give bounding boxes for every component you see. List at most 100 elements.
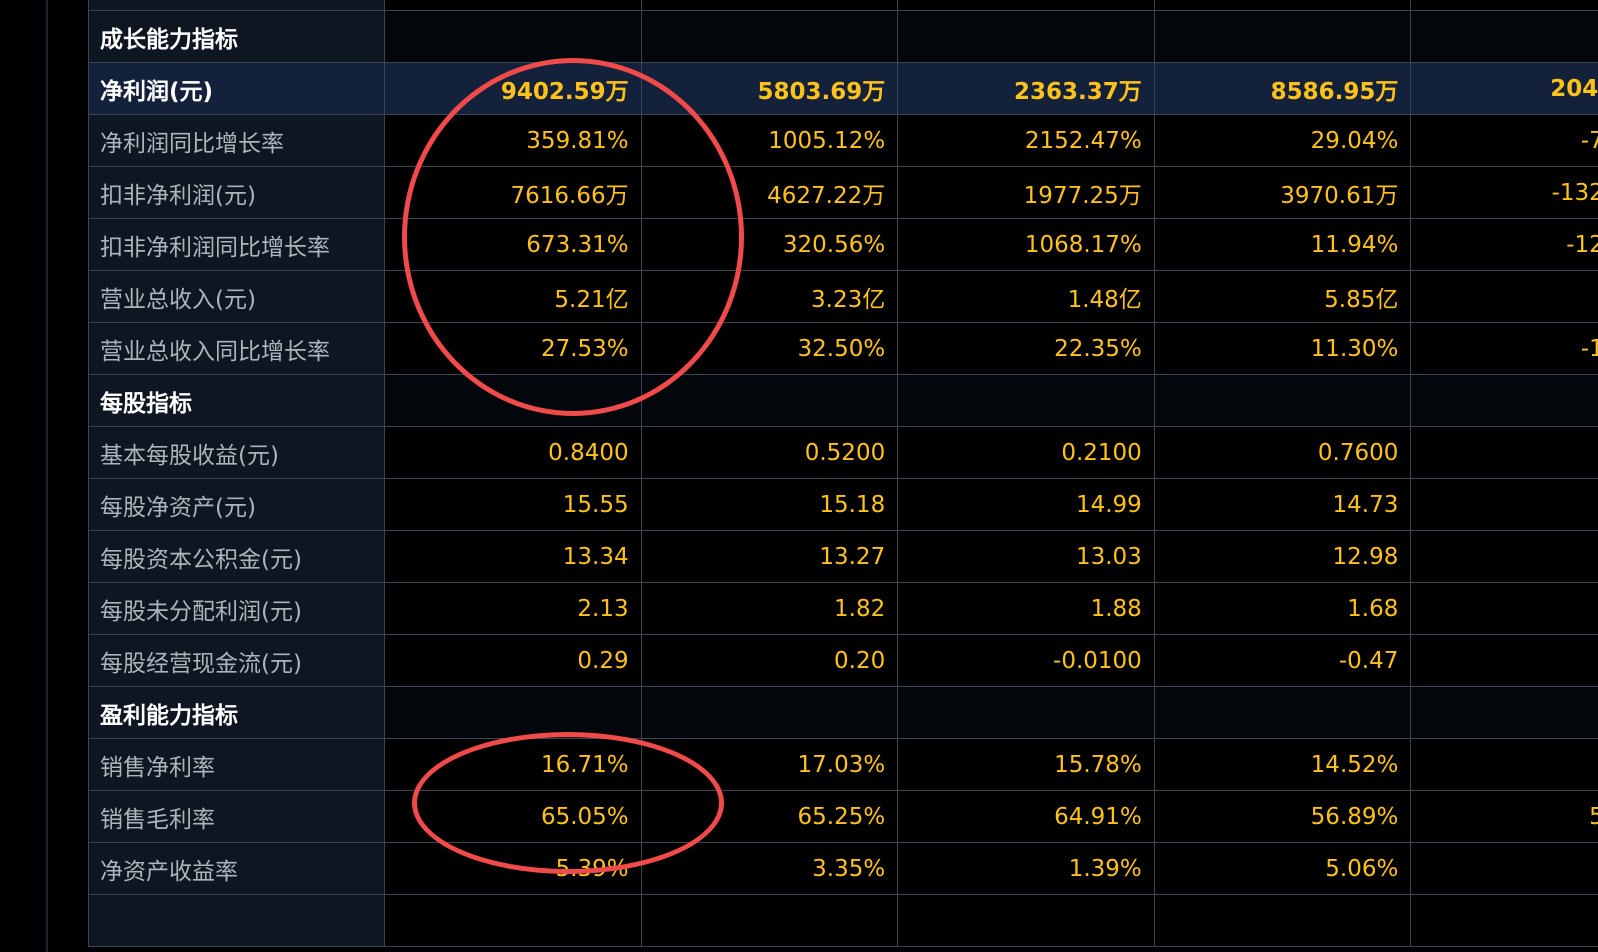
value-cell: 5.06% — [1153, 842, 1412, 895]
value-cell: 2152.47% — [897, 114, 1155, 167]
value-cell: 65.05% — [384, 790, 642, 843]
value-cell: 15.78% — [897, 738, 1155, 791]
value-cell — [1153, 374, 1412, 427]
value-cell: 0.7600 — [1153, 426, 1412, 479]
left-panel — [0, 0, 48, 952]
value-cell — [1153, 10, 1412, 63]
value-cell: 0.8400 — [384, 426, 642, 479]
value-cell: 14. — [1410, 478, 1598, 531]
table-row: 净利润(元) 9402.59万 5803.69万 2363.37万 8586.95万 20… — [88, 62, 1598, 115]
value-cell: -122.80 — [1410, 218, 1598, 271]
value-cell: 1.68 — [1153, 582, 1412, 635]
value-cell: 11.30% — [1153, 322, 1412, 375]
value-cell: 29.04% — [1153, 114, 1412, 167]
value-cell: 673.31% — [384, 218, 642, 271]
value-cell: 13.03 — [897, 530, 1155, 583]
table-row: 基本每股收益(元)0.84000.52000.21000.76000.18 — [88, 426, 1598, 479]
value-cell: 4.08 — [1410, 270, 1598, 323]
value-cell: 1.88 — [897, 582, 1155, 635]
value-cell — [640, 894, 899, 947]
value-cell: 359.81% — [384, 114, 642, 167]
table-row: 销售净利率16.71%17.03%15.78%14.52%4.89 — [88, 738, 1598, 791]
value-cell: 0.20 — [640, 634, 899, 687]
table-row — [88, 894, 1598, 947]
value-cell: 15.18 — [640, 478, 899, 531]
section-header-row: 盈利能力指标 — [88, 686, 1598, 739]
value-cell: 5803.69万 — [640, 62, 899, 115]
value-cell — [1410, 10, 1598, 63]
value-cell — [897, 686, 1155, 739]
value-cell: 11.94% — [1153, 218, 1412, 271]
value-cell: 32.50% — [640, 322, 899, 375]
table-row: 每股未分配利润(元)2.131.821.881.681. — [88, 582, 1598, 635]
value-cell — [1410, 894, 1598, 947]
value-cell: -73.03 — [1410, 114, 1598, 167]
section-title: 盈利能力指标 — [88, 686, 386, 739]
value-cell: 17.03% — [640, 738, 899, 791]
value-cell — [640, 0, 899, 11]
table-row: 扣非净利润(元) 7616.66万 4627.22万 1977.25万 3970.61万… — [88, 166, 1598, 219]
value-cell: 1005.12% — [640, 114, 899, 167]
value-cell: 65.25% — [640, 790, 899, 843]
value-cell — [384, 0, 642, 11]
section-title: 每股指标 — [88, 374, 386, 427]
value-cell: 0.2100 — [897, 426, 1155, 479]
value-cell — [1410, 0, 1598, 11]
value-cell — [384, 894, 642, 947]
value-cell — [384, 10, 642, 63]
row-label: 每股未分配利润(元) — [88, 582, 386, 635]
value-cell — [1153, 894, 1412, 947]
value-cell: 3970.61万 — [1153, 166, 1412, 219]
row-label: 基本每股收益(元) — [88, 426, 386, 479]
section-title: 成长能力指标 — [88, 10, 386, 63]
value-cell: 5.39% — [384, 842, 642, 895]
value-cell: 22.35% — [897, 322, 1155, 375]
value-cell — [897, 894, 1155, 947]
value-cell: 16.71% — [384, 738, 642, 791]
value-cell: -1328.53 — [1410, 166, 1598, 219]
value-cell — [640, 686, 899, 739]
row-label: 净利润(元) — [88, 62, 386, 115]
value-cell: 1977.25万 — [897, 166, 1155, 219]
value-cell: 5.21亿 — [384, 270, 642, 323]
value-cell — [897, 374, 1155, 427]
value-cell: 2363.37万 — [897, 62, 1155, 115]
row-label: 净利润同比增长率 — [88, 114, 386, 167]
value-cell: 1. — [1410, 582, 1598, 635]
value-cell — [1153, 686, 1412, 739]
value-cell — [897, 10, 1155, 63]
value-cell: 14.99 — [897, 478, 1155, 531]
value-cell: 64.91% — [897, 790, 1155, 843]
value-cell — [384, 374, 642, 427]
row-label: 净资产收益率 — [88, 842, 386, 895]
value-cell: 1.21 — [1410, 842, 1598, 895]
row-label: 每股经营现金流(元) — [88, 634, 386, 687]
table-row: 净利润同比增长率359.81%1005.12%2152.47%29.04%-73… — [88, 114, 1598, 167]
row-label: 每股净资产(元) — [88, 478, 386, 531]
value-cell: 3.23亿 — [640, 270, 899, 323]
value-cell — [384, 686, 642, 739]
value-cell: 0.18 — [1410, 426, 1598, 479]
row-label — [88, 894, 386, 947]
value-cell — [640, 374, 899, 427]
financial-indicators-table-container[interactable]: 成长能力指标 净利润(元) 9402.59万 5803.69万 2363.37万 8586… — [88, 0, 1598, 952]
value-cell: -0.0100 — [897, 634, 1155, 687]
value-cell: 13.34 — [384, 530, 642, 583]
row-label: 扣非净利润(元) — [88, 166, 386, 219]
value-cell: 1.39% — [897, 842, 1155, 895]
value-cell: 3.35% — [640, 842, 899, 895]
value-cell: 51.37 — [1410, 790, 1598, 843]
value-cell: 13.27 — [640, 530, 899, 583]
value-cell: -0 — [1410, 634, 1598, 687]
value-cell — [897, 0, 1155, 11]
value-cell: 8586.95万 — [1153, 62, 1412, 115]
value-cell: -0.47 — [1153, 634, 1412, 687]
table-row: 营业总收入同比增长率27.53%32.50%22.35%11.30%-10.37 — [88, 322, 1598, 375]
section-header-row: 成长能力指标 — [88, 10, 1598, 63]
value-cell: 9402.59万 — [384, 62, 642, 115]
value-cell: 2.13 — [384, 582, 642, 635]
table-row — [88, 0, 1598, 11]
table-row: 每股净资产(元)15.5515.1814.9914.7314. — [88, 478, 1598, 531]
value-cell: 320.56% — [640, 218, 899, 271]
row-label: 销售净利率 — [88, 738, 386, 791]
